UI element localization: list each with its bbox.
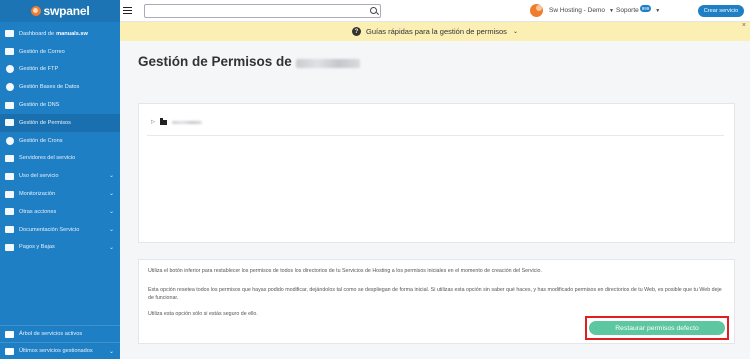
sidebar-item-label: Monitorización xyxy=(19,191,56,198)
caret-down-icon: ▼ xyxy=(609,7,614,14)
sidebar-item-label: Otras acciones xyxy=(19,208,57,215)
monitoring-icon xyxy=(4,190,15,199)
dns-flag-icon xyxy=(4,101,15,110)
sidebar: swpanel Dashboard de manuals.sw Gestión d… xyxy=(0,0,120,359)
restore-permissions-panel: Utiliza el botón inferior para restablec… xyxy=(138,259,735,344)
sidebar-bottom: Árbol de servicios activos Últimos servi… xyxy=(0,325,120,359)
sidebar-item-label: Gestión de FTP xyxy=(19,66,59,73)
sidebar-item-permissions[interactable]: Gestión de Permisos xyxy=(0,113,120,132)
caret-down-icon: ▼ xyxy=(655,7,661,14)
restore-permissions-button[interactable]: Restaurar permisos defecto xyxy=(589,321,725,335)
sidebar-item-monitoring[interactable]: Monitorización ⌄ xyxy=(0,185,120,203)
chevron-down-icon: ⌄ xyxy=(108,191,114,198)
sidebar-item-label: Servidores del servicio xyxy=(19,155,76,162)
chevron-down-icon: ⌄ xyxy=(108,244,114,251)
account-name: Sw Hosting - Demo xyxy=(549,7,605,14)
brand-name: swpanel xyxy=(43,4,90,18)
usage-icon xyxy=(4,172,15,181)
sidebar-item-servers[interactable]: Servidores del servicio xyxy=(0,150,120,168)
actions-icon xyxy=(4,207,15,216)
restore-info-text: Utiliza el botón inferior para restablec… xyxy=(148,268,542,274)
sidebar-item-domain: manuals.sw xyxy=(56,30,88,37)
sidebar-item-label: Gestión de Crons xyxy=(19,137,63,144)
payments-icon xyxy=(4,243,15,252)
sidebar-item-label: Gestión de Correo xyxy=(19,48,65,55)
chevron-down-icon: ⌄ xyxy=(512,29,518,35)
support-menu[interactable]: Soporte 999 ▼ xyxy=(616,5,661,14)
sidebar-item-dns[interactable]: Gestión de DNS xyxy=(0,96,120,114)
quick-guides-bar[interactable]: ? Guías rápidas para la gestión de permi… xyxy=(120,22,750,41)
page-title: Gestión de Permisos de xyxy=(138,54,360,69)
avatar xyxy=(530,4,543,17)
sidebar-item-label: Dashboard de xyxy=(19,30,55,37)
menu-icon[interactable] xyxy=(123,6,132,15)
sidebar-item-usage[interactable]: Uso del servicio ⌄ xyxy=(0,167,120,185)
sidebar-item-label: Gestión de Permisos xyxy=(19,119,71,126)
topbar: Sw Hosting - Demo ▼ Soporte 999 ▼ Crear … xyxy=(120,0,750,22)
search-input[interactable] xyxy=(144,3,381,18)
chevron-down-icon: ⌄ xyxy=(108,226,114,233)
create-service-button[interactable]: Crear servicio xyxy=(698,5,744,17)
sidebar-item-crons[interactable]: Gestión de Crons xyxy=(0,132,120,150)
account-menu[interactable]: Sw Hosting - Demo ▼ xyxy=(530,4,614,17)
sidebar-item-label: Gestión de DNS xyxy=(19,102,60,109)
sidebar-item-mail[interactable]: Gestión de Correo xyxy=(0,43,120,61)
search-icon[interactable] xyxy=(370,7,377,14)
mail-icon xyxy=(4,47,15,56)
recent-icon xyxy=(4,347,15,356)
help-icon: ? xyxy=(352,27,362,36)
ftp-icon xyxy=(4,65,15,74)
sidebar-item-label: Árbol de servicios activos xyxy=(19,331,83,337)
chevron-down-icon: ⌄ xyxy=(108,173,114,180)
sidebar-item-ftp[interactable]: Gestión de FTP xyxy=(0,61,120,79)
expand-arrow-icon[interactable]: ▷ xyxy=(151,119,155,125)
sidebar-nav: Dashboard de manuals.sw Gestión de Correo… xyxy=(0,22,120,256)
close-icon[interactable]: × xyxy=(742,22,746,29)
redacted-domain xyxy=(295,58,360,68)
database-icon xyxy=(4,83,15,92)
directory-tree-panel: ▷ xyxy=(138,103,735,243)
swpanel-logo-icon xyxy=(30,6,41,16)
servers-icon xyxy=(4,154,15,163)
sidebar-item-service-tree[interactable]: Árbol de servicios activos xyxy=(0,325,120,342)
redacted-folder-name xyxy=(171,120,202,124)
sidebar-item-label: Últimos servicios gestionados xyxy=(19,348,93,354)
dashboard-icon xyxy=(4,29,15,38)
permissions-icon xyxy=(4,118,15,127)
brand-logo[interactable]: swpanel xyxy=(0,0,120,22)
sidebar-item-payments[interactable]: Pagos y Bajas ⌄ xyxy=(0,239,120,257)
sidebar-item-label: Documentación Servicio xyxy=(19,226,80,233)
tree-icon xyxy=(4,330,15,339)
support-badge: 999 xyxy=(639,5,652,12)
sidebar-item-docs[interactable]: Documentación Servicio ⌄ xyxy=(0,221,120,239)
folder-icon xyxy=(159,118,167,125)
sidebar-item-recent-services[interactable]: Últimos servicios gestionados ⌄ xyxy=(0,342,120,359)
sidebar-item-dashboard[interactable]: Dashboard de manuals.sw xyxy=(0,25,120,43)
sidebar-item-label: Gestión Bases de Datos xyxy=(19,84,80,91)
divider xyxy=(147,135,724,136)
tree-root-node[interactable]: ▷ xyxy=(151,118,202,125)
docs-icon xyxy=(4,225,15,234)
sidebar-item-actions[interactable]: Otras acciones ⌄ xyxy=(0,203,120,221)
sidebar-item-label: Pagos y Bajas xyxy=(19,244,55,251)
quick-guides-label: Guías rápidas para la gestión de permiso… xyxy=(366,27,507,36)
restore-warning-text: Esta opción resetea todos los permisos q… xyxy=(148,287,722,301)
page-title-text: Gestión de Permisos de xyxy=(138,54,292,69)
chevron-down-icon: ⌄ xyxy=(108,208,114,215)
support-label: Soporte xyxy=(616,7,639,14)
sidebar-item-databases[interactable]: Gestión Bases de Datos xyxy=(0,78,120,96)
cron-icon xyxy=(4,136,15,145)
sidebar-item-label: Uso del servicio xyxy=(19,173,59,180)
chevron-down-icon: ⌄ xyxy=(108,349,114,355)
restore-button-highlight: Restaurar permisos defecto xyxy=(585,316,729,340)
